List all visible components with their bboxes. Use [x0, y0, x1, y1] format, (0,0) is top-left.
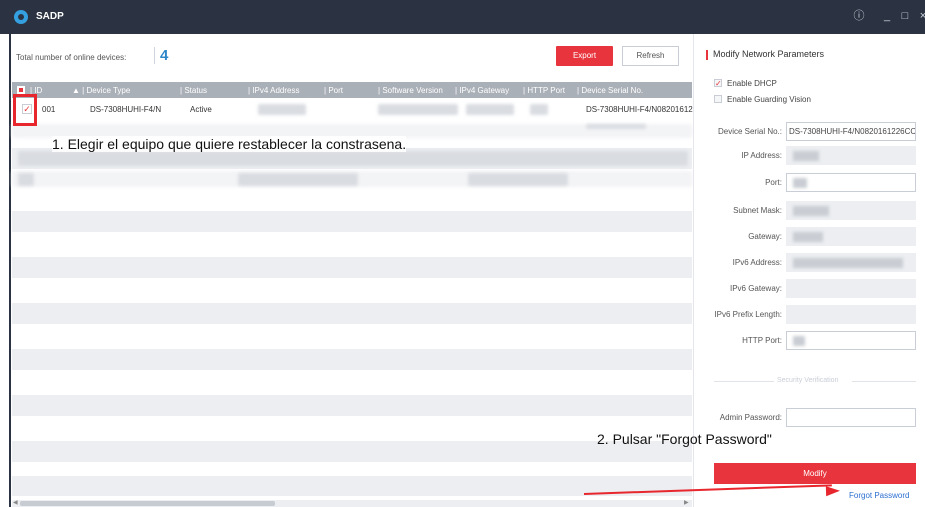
checkbox-highlight-box [13, 94, 37, 126]
col-device-type[interactable]: Device Type [86, 86, 130, 95]
ipv6-gateway-label: IPv6 Gateway: [729, 284, 782, 293]
forgot-password-link[interactable]: Forgot Password [849, 491, 909, 500]
blurred-value [793, 151, 819, 161]
export-button[interactable]: Export [556, 46, 613, 66]
admin-password-input[interactable] [786, 408, 916, 427]
row-status: Active [190, 105, 212, 114]
blurred-value [793, 258, 903, 268]
subnet-mask-label: Subnet Mask: [733, 206, 782, 215]
horizontal-scrollbar[interactable]: ◀ ▶ [12, 500, 692, 507]
table-row[interactable]: ✓ 001 DS-7308HUHI-F4/N Active DS-7308HUH… [12, 99, 693, 120]
blurred-cell [238, 173, 358, 186]
row-serial: DS-7308HUHI-F4/N08201612 [586, 105, 693, 114]
title-bar: SADP ⓘ _ □ × [0, 0, 925, 34]
blurred-value [793, 232, 823, 242]
col-port[interactable]: Port [328, 86, 343, 95]
select-all-checkbox[interactable] [17, 86, 25, 94]
empty-row [12, 349, 692, 370]
annotation-step-2: 2. Pulsar "Forgot Password" [597, 431, 772, 447]
total-devices-label: Total number of online devices: [16, 53, 127, 62]
scroll-left-icon[interactable]: ◀ [13, 499, 18, 506]
ipv6-prefix-field[interactable] [786, 305, 916, 324]
blurred-ipv4 [258, 104, 306, 115]
row-device-type: DS-7308HUHI-F4/N [90, 105, 162, 114]
empty-row [12, 211, 692, 232]
ip-address-field[interactable] [786, 146, 916, 165]
serial-label: Device Serial No.: [717, 127, 782, 136]
security-verification-label: Security Verification [777, 377, 839, 384]
device-table-header: | ID ▲ | Device Type | Status | IPv4 Add… [12, 82, 692, 98]
col-status[interactable]: Status [184, 86, 207, 95]
col-http-port[interactable]: HTTP Port [527, 86, 565, 95]
empty-row [12, 441, 692, 462]
http-port-label: HTTP Port: [742, 336, 782, 345]
divider-right [852, 381, 916, 382]
left-frame-border [9, 34, 11, 507]
scrollbar-thumb[interactable] [20, 501, 275, 506]
blurred-software [378, 104, 458, 115]
panel-title: Modify Network Parameters [713, 49, 825, 59]
empty-row [12, 257, 692, 278]
close-icon[interactable]: × [916, 9, 925, 23]
blurred-value [793, 336, 805, 346]
modify-button[interactable]: Modify [714, 463, 916, 484]
blurred-value [793, 178, 807, 188]
empty-row [12, 303, 692, 324]
ipv6-gateway-field[interactable] [786, 279, 916, 298]
info-icon[interactable]: ⓘ [852, 9, 866, 23]
blurred-checkbox [18, 173, 34, 186]
port-label: Port: [765, 178, 782, 187]
table-row[interactable] [12, 169, 692, 190]
row-id: 001 [42, 105, 56, 114]
minimize-icon[interactable]: _ [880, 9, 894, 23]
blurred-value [793, 206, 829, 216]
empty-row [12, 395, 692, 416]
col-ipv4-gateway[interactable]: IPv4 Gateway [459, 86, 509, 95]
ipv6-address-field[interactable] [786, 253, 916, 272]
enable-guarding-label: Enable Guarding Vision [727, 95, 811, 104]
refresh-button[interactable]: Refresh [622, 46, 679, 66]
maximize-icon[interactable]: □ [898, 9, 912, 23]
enable-dhcp-checkbox[interactable]: ✓ [714, 79, 722, 88]
admin-password-label: Admin Password: [719, 413, 782, 422]
blurred-row [18, 151, 688, 166]
divider-left [714, 381, 774, 382]
sadp-logo-icon [14, 10, 28, 24]
scroll-right-icon[interactable]: ▶ [684, 499, 689, 506]
http-port-field[interactable] [786, 331, 916, 350]
ip-address-label: IP Address: [741, 151, 782, 160]
blurred-serial [586, 124, 646, 129]
blurred-cell [468, 173, 568, 186]
enable-guarding-checkbox[interactable] [714, 95, 722, 103]
total-devices-count: 4 [154, 47, 168, 64]
sort-asc-icon[interactable]: ▲ [72, 86, 80, 95]
col-ipv4[interactable]: IPv4 Address [252, 86, 299, 95]
enable-dhcp-label: Enable DHCP [727, 79, 777, 88]
serial-field[interactable]: DS-7308HUHI-F4/N0820161226CC [786, 122, 916, 141]
col-software[interactable]: Software Version [382, 86, 442, 95]
subnet-mask-field[interactable] [786, 201, 916, 220]
annotation-arrow-head [825, 485, 841, 497]
annotation-step-1: 1. Elegir el equipo que quiere restablec… [52, 136, 407, 152]
ipv6-address-label: IPv6 Address: [732, 258, 782, 267]
blurred-gateway [466, 104, 514, 115]
port-field[interactable] [786, 173, 916, 192]
blurred-http-port [530, 104, 548, 115]
ipv6-prefix-label: IPv6 Prefix Length: [714, 310, 782, 319]
panel-title-marker [706, 50, 708, 60]
gateway-label: Gateway: [748, 232, 782, 241]
gateway-field[interactable] [786, 227, 916, 246]
app-title: SADP [36, 11, 64, 22]
col-serial[interactable]: Device Serial No. [581, 86, 643, 95]
